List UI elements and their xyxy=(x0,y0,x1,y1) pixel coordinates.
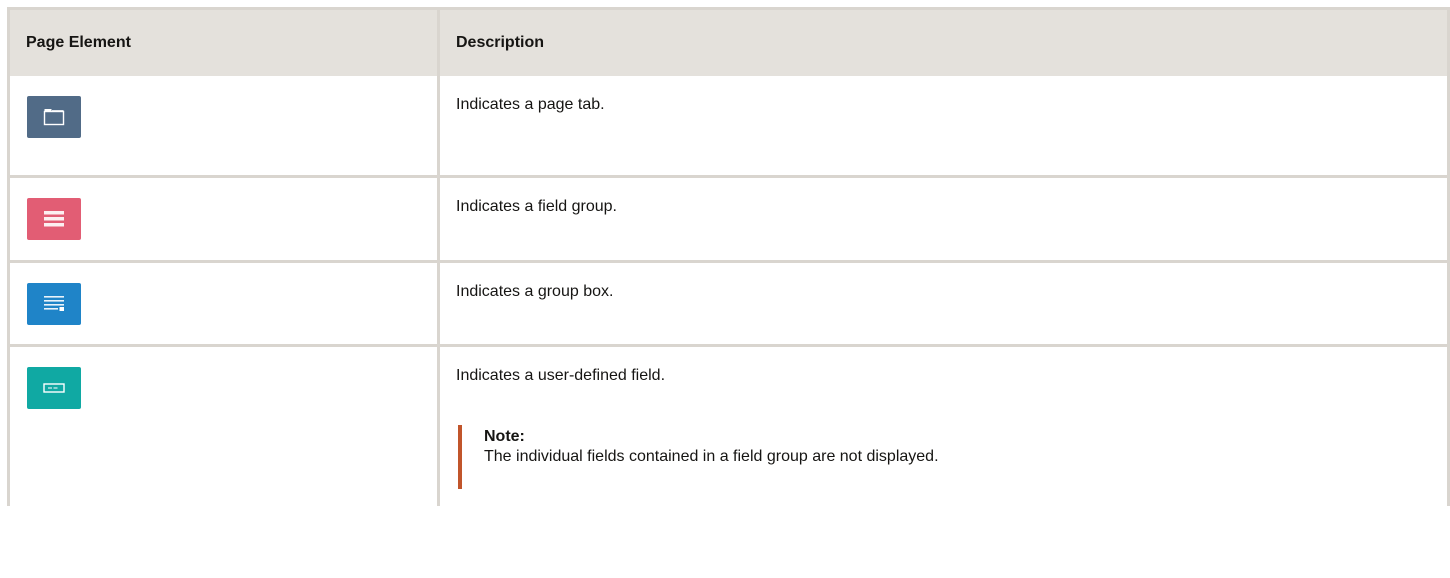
page-element-cell xyxy=(7,75,440,178)
description-cell: Indicates a page tab. xyxy=(437,75,1450,178)
description-cell: Indicates a field group. xyxy=(437,176,1450,263)
table-header-row: Page Element Description xyxy=(7,7,1450,76)
group-box-icon xyxy=(27,283,81,325)
user-defined-field-icon xyxy=(27,367,81,409)
description-text: Indicates a user-defined field. xyxy=(456,367,666,384)
description-cell: Indicates a user-defined field. Note: Th… xyxy=(437,345,1450,506)
table-row: Indicates a user-defined field. Note: Th… xyxy=(7,345,1450,506)
page-tab-icon xyxy=(27,95,81,138)
table-row: Indicates a group box. xyxy=(7,261,1450,347)
column-header-page-element: Page Element xyxy=(7,7,440,76)
note-text: The individual fields contained in a fie… xyxy=(484,448,939,465)
description-cell: Indicates a group box. xyxy=(437,261,1450,347)
page-element-cell xyxy=(7,176,440,263)
page-element-cell xyxy=(7,345,440,506)
table-row: Indicates a page tab. xyxy=(7,75,1450,178)
page-element-cell xyxy=(7,261,440,347)
field-group-icon xyxy=(27,198,81,240)
column-header-description: Description xyxy=(437,7,1450,76)
note-title: Note: xyxy=(484,428,525,445)
page-elements-table: Page Element Description Indicates a pag… xyxy=(7,7,1450,506)
table-row: Indicates a field group. xyxy=(7,176,1450,263)
note-callout: Note: The individual fields contained in… xyxy=(458,425,1447,489)
